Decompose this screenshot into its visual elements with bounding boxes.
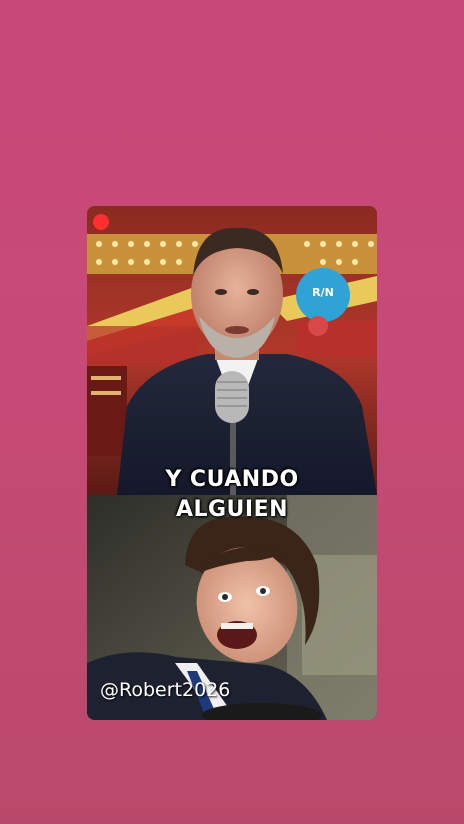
channel-logo-text: R/N [312,286,334,299]
caption-line-2: ALGUIEN [175,497,289,522]
story-media-card[interactable]: R/N Y CUANDO ALGUIEN @Robert2026 [87,206,377,720]
watermark-username: @Robert2026 [100,679,231,701]
studio-illustration [87,206,377,495]
caption-line-1: Y CUANDO [165,467,299,492]
studio-scene-image: R/N [87,206,377,495]
